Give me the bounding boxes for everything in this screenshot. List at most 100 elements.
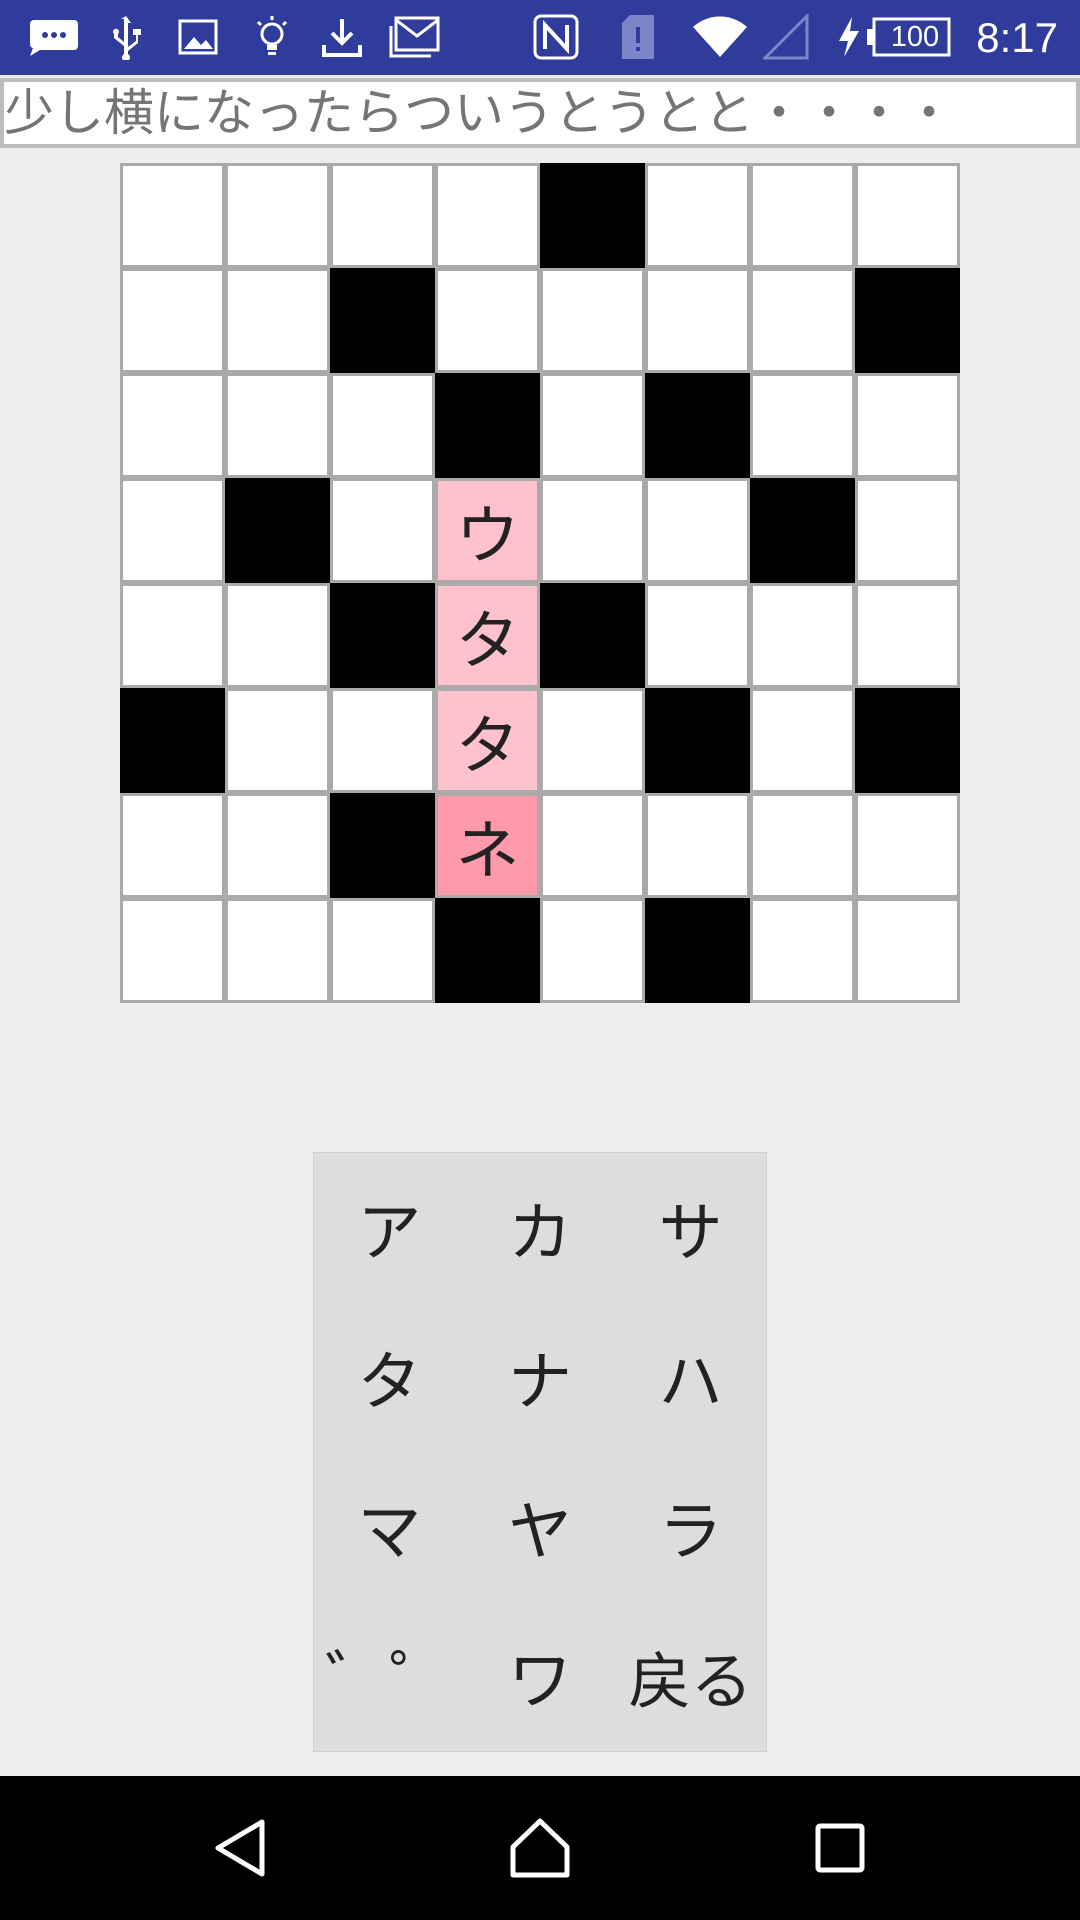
back-button[interactable] [150,1776,330,1920]
grid-cell[interactable] [540,898,645,1003]
nfc-icon [530,12,582,62]
key-5[interactable]: ナ [465,1303,616,1453]
grid-cell[interactable] [645,478,750,583]
key-12[interactable]: 戻る [615,1602,766,1752]
grid-cell[interactable] [855,373,960,478]
grid-cell[interactable] [855,793,960,898]
grid-cell[interactable] [225,583,330,688]
sim-alert-icon [616,12,660,62]
image-icon [176,12,220,62]
grid-cell[interactable] [750,583,855,688]
battery-level: 100 [890,20,940,53]
black-cell [855,688,960,793]
key-2[interactable]: カ [465,1153,616,1303]
black-cell [645,688,750,793]
grid-cell[interactable] [750,163,855,268]
key-10[interactable]: ゛゜ [314,1602,465,1752]
grid-cell[interactable] [435,268,540,373]
black-cell [645,373,750,478]
grid-cell[interactable] [540,268,645,373]
grid-cell[interactable] [120,793,225,898]
grid-cell[interactable] [225,373,330,478]
grid-cell[interactable] [540,478,645,583]
grid-cell[interactable] [330,163,435,268]
grid-cell[interactable] [750,373,855,478]
grid-cell[interactable] [645,268,750,373]
grid-cell[interactable]: タ [435,688,540,793]
signal-icon [762,12,810,62]
grid-cell[interactable] [330,373,435,478]
grid-cell[interactable] [540,373,645,478]
black-cell [120,688,225,793]
black-cell [645,898,750,1003]
gmail-icon [388,12,442,62]
chat-bubble-icon [26,12,82,62]
key-7[interactable]: マ [314,1452,465,1602]
grid-cell[interactable] [330,898,435,1003]
black-cell [540,583,645,688]
navigation-bar [0,1776,1080,1920]
grid-cell[interactable] [645,583,750,688]
grid-cell[interactable] [330,478,435,583]
key-6[interactable]: ハ [615,1303,766,1453]
grid-cell[interactable] [645,793,750,898]
key-3[interactable]: サ [615,1153,766,1303]
recents-button[interactable] [750,1776,930,1920]
grid-cell[interactable] [225,163,330,268]
black-cell [750,478,855,583]
grid-cell[interactable] [225,898,330,1003]
grid-cell[interactable] [540,793,645,898]
grid-cell[interactable] [750,688,855,793]
grid-cell[interactable] [750,793,855,898]
black-cell [540,163,645,268]
grid-cell[interactable] [330,688,435,793]
grid-cell[interactable] [750,898,855,1003]
grid-cell[interactable] [540,688,645,793]
black-cell [855,268,960,373]
grid-cell[interactable] [645,163,750,268]
grid-cell[interactable]: ネ [435,793,540,898]
grid-cell[interactable] [120,583,225,688]
black-cell [435,373,540,478]
grid-cell[interactable] [225,793,330,898]
black-cell [330,793,435,898]
download-icon [318,12,366,62]
back-icon [215,1819,265,1877]
key-11[interactable]: ワ [465,1602,616,1752]
usb-icon [104,12,148,62]
grid-cell[interactable]: ウ [435,478,540,583]
grid-cell[interactable] [225,268,330,373]
clue-text-box: 少し横になったらついうとうとと・・・・ [0,78,1080,148]
grid-cell[interactable] [225,688,330,793]
clue-text: 少し横になったらついうとうとと・・・・ [4,84,954,142]
black-cell [225,478,330,583]
grid-cell[interactable] [855,478,960,583]
key-8[interactable]: ヤ [465,1452,616,1602]
grid-cell[interactable] [855,583,960,688]
status-bar: 100 8:17 [0,0,1080,75]
grid-cell[interactable] [120,163,225,268]
home-button[interactable] [450,1776,630,1920]
key-4[interactable]: タ [314,1303,465,1453]
grid-cell[interactable] [120,268,225,373]
grid-cell[interactable] [435,163,540,268]
grid-cell[interactable] [855,163,960,268]
grid-cell[interactable]: タ [435,583,540,688]
key-9[interactable]: ラ [615,1452,766,1602]
crossword-grid: ウタタネ [120,163,960,1003]
grid-cell[interactable] [855,898,960,1003]
grid-cell[interactable] [120,478,225,583]
clock-time: 8:17 [976,14,1058,61]
home-icon [510,1818,570,1878]
black-cell [330,583,435,688]
katakana-keypad: アカサタナハマヤラ゛゜ワ戻る [313,1152,767,1752]
key-1[interactable]: ア [314,1153,465,1303]
grid-cell[interactable] [120,898,225,1003]
recents-icon [815,1823,865,1873]
grid-cell[interactable] [120,373,225,478]
lightbulb-icon [250,12,294,62]
black-cell [330,268,435,373]
grid-cell[interactable] [750,268,855,373]
wifi-icon [690,12,750,62]
battery-icon: 100 [866,12,952,62]
